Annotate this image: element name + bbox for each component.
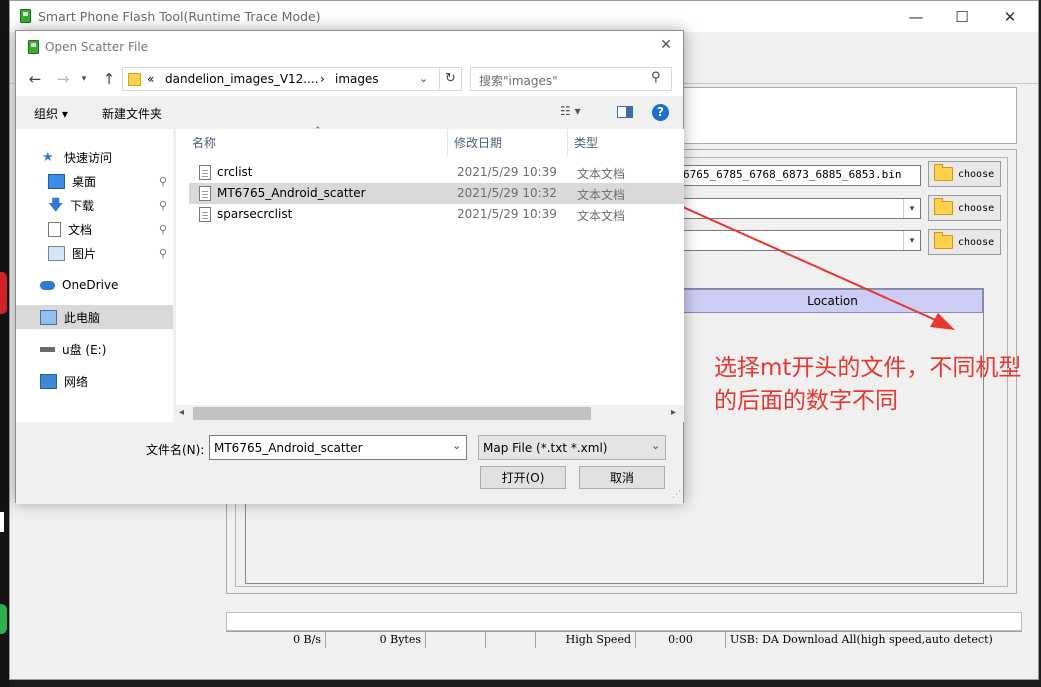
navigation-pane: ★ 快速访问 桌面 ⚲ 🡇 下载 ⚲ 文档 ⚲ 图片 ⚲ OneDrive 此电… — [16, 129, 173, 422]
nav-pictures[interactable]: 图片 ⚲ — [16, 241, 173, 265]
nav-downloads[interactable]: 🡇 下载 ⚲ — [16, 193, 173, 217]
address-dropdown-chevron-icon[interactable]: ⌄ — [419, 72, 428, 85]
open-scatter-dialog: Open Scatter File ✕ ← → ▾ ↑ « dandelion_… — [15, 30, 684, 504]
refresh-icon[interactable]: ↻ — [439, 68, 461, 90]
file-type-filter[interactable]: Map File (*.txt *.xml) ⌄ — [478, 435, 666, 460]
file-row[interactable]: crclist 2021/5/29 10:39 文本文档 — [189, 162, 684, 183]
preview-pane-icon[interactable] — [617, 106, 633, 118]
nav-label: 下载 — [70, 198, 95, 213]
text-file-icon — [199, 186, 211, 201]
address-bar[interactable]: « dandelion_images_V12.... › images ⌄ ↻ — [122, 67, 462, 91]
dialog-bottom-panel: 文件名(N): MT6765_Android_scatter ⌄ Map Fil… — [16, 422, 683, 504]
scroll-thumb[interactable] — [193, 407, 591, 420]
filename-value: MT6765_Android_scatter — [214, 441, 363, 455]
nav-label: 文档 — [68, 222, 93, 237]
pin-icon[interactable]: ⚲ — [159, 175, 167, 188]
pin-icon[interactable]: ⚲ — [159, 223, 167, 236]
organize-button[interactable]: 组织 ▾ — [34, 105, 68, 122]
cancel-button[interactable]: 取消 — [579, 466, 665, 489]
nav-label: 快速访问 — [64, 150, 113, 165]
help-icon[interactable]: ? — [652, 104, 669, 121]
text-file-icon — [199, 165, 211, 180]
new-folder-button[interactable]: 新建文件夹 — [102, 105, 162, 122]
star-icon: ★ — [42, 149, 54, 165]
file-name: MT6765_Android_scatter — [217, 186, 366, 200]
file-row-selected[interactable]: MT6765_Android_scatter 2021/5/29 10:32 文… — [189, 183, 684, 204]
nav-label: 桌面 — [72, 174, 97, 189]
address-segment-parent[interactable]: dandelion_images_V12.... — [165, 72, 319, 86]
dialog-navbar: ← → ▾ ↑ « dandelion_images_V12.... › ima… — [16, 62, 683, 96]
filename-input[interactable]: MT6765_Android_scatter ⌄ — [209, 435, 467, 460]
nav-label: u盘 (E:) — [62, 342, 107, 357]
file-date: 2021/5/29 10:32 — [457, 186, 557, 200]
open-button[interactable]: 打开(O) — [480, 466, 566, 489]
chevron-down-icon[interactable]: ⌄ — [651, 439, 660, 452]
recent-chevron-icon[interactable]: ▾ — [78, 67, 90, 91]
file-date: 2021/5/29 10:39 — [457, 207, 557, 221]
up-arrow-icon[interactable]: ↑ — [98, 67, 120, 91]
computer-icon — [40, 309, 57, 325]
preview-pane-fill — [626, 107, 632, 117]
nav-quick-access[interactable]: ★ 快速访问 — [16, 145, 173, 169]
address-overflow[interactable]: « — [147, 72, 154, 86]
scroll-left-icon[interactable]: ◂ — [179, 407, 184, 418]
pin-icon[interactable]: ⚲ — [159, 199, 167, 212]
nav-label: OneDrive — [62, 278, 119, 292]
filter-value: Map File (*.txt *.xml) — [483, 441, 608, 455]
file-type: 文本文档 — [577, 209, 626, 223]
search-icon[interactable]: ⚲ — [651, 70, 661, 85]
resize-grip-icon[interactable]: ⋰ — [672, 490, 681, 500]
filename-label: 文件名(N): — [146, 443, 205, 457]
dialog-toolbar: 组织 ▾ 新建文件夹 ☷ ▾ ? — [16, 96, 683, 129]
arrow-line — [655, 194, 941, 323]
folder-icon — [128, 73, 141, 86]
download-icon: 🡇 — [48, 195, 64, 214]
nav-label: 图片 — [72, 246, 97, 261]
nav-usb-drive[interactable]: u盘 (E:) — [16, 337, 173, 361]
network-icon — [40, 373, 57, 389]
file-type: 文本文档 — [577, 167, 626, 181]
horizontal-scrollbar[interactable]: ◂ ▸ — [176, 405, 684, 422]
arrow-head — [930, 313, 955, 330]
nav-desktop[interactable]: 桌面 ⚲ — [16, 169, 173, 193]
cloud-icon — [40, 280, 55, 290]
search-input[interactable]: 搜索"images" ⚲ — [470, 67, 672, 91]
view-options-icon[interactable]: ☷ ▾ — [560, 104, 581, 118]
annotation-text: 选择mt开头的文件，不同机型的后面的数字不同 — [714, 355, 1022, 414]
column-header-date[interactable]: 修改日期 — [448, 129, 568, 156]
address-separator: › — [320, 72, 325, 86]
search-placeholder: 搜索"images" — [479, 74, 558, 88]
nav-onedrive[interactable]: OneDrive — [16, 273, 173, 297]
picture-icon — [48, 245, 65, 261]
address-segment-images[interactable]: images — [335, 72, 379, 86]
nav-label: 网络 — [64, 374, 89, 389]
column-header-type[interactable]: 类型 — [568, 129, 648, 156]
desktop-icon — [48, 173, 65, 189]
nav-network[interactable]: 网络 — [16, 369, 173, 393]
nav-label: 此电脑 — [64, 310, 101, 325]
file-name: sparsecrclist — [217, 207, 293, 221]
forward-arrow-icon[interactable]: → — [52, 67, 74, 91]
file-date: 2021/5/29 10:39 — [457, 165, 557, 179]
nav-documents[interactable]: 文档 ⚲ — [16, 217, 173, 241]
file-type: 文本文档 — [577, 188, 626, 202]
scroll-right-icon[interactable]: ▸ — [671, 407, 676, 418]
column-header-name[interactable]: 名称 — [186, 129, 448, 156]
pin-icon[interactable]: ⚲ — [159, 247, 167, 260]
dialog-titlebar: Open Scatter File ✕ — [16, 31, 683, 62]
file-row[interactable]: sparsecrclist 2021/5/29 10:39 文本文档 — [189, 204, 684, 225]
chevron-down-icon[interactable]: ⌄ — [452, 439, 461, 452]
nav-this-pc[interactable]: 此电脑 — [16, 305, 173, 329]
drive-icon — [40, 346, 55, 352]
document-icon — [48, 221, 61, 237]
back-arrow-icon[interactable]: ← — [24, 67, 46, 91]
file-list-pane: ⌃ 名称 修改日期 类型 crclist 2021/5/29 10:39 文本文… — [176, 126, 684, 422]
text-file-icon — [199, 207, 211, 222]
dialog-title: Open Scatter File — [45, 40, 149, 54]
dialog-close-button[interactable]: ✕ — [652, 37, 680, 57]
app-icon — [28, 40, 39, 54]
file-name: crclist — [217, 165, 253, 179]
